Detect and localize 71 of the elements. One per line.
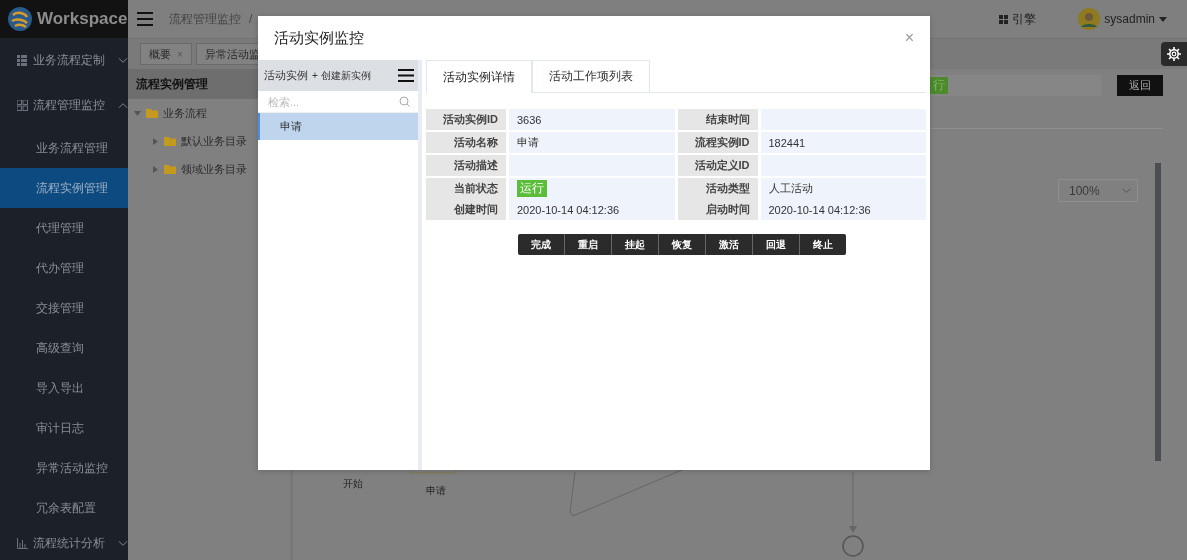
sidebar-item[interactable]: 导入导出: [0, 368, 128, 408]
sidebar-item[interactable]: 审计日志: [0, 408, 128, 448]
close-button[interactable]: ×: [904, 29, 914, 47]
action-button[interactable]: 完成: [518, 234, 565, 255]
tab[interactable]: 活动工作项列表: [532, 60, 650, 92]
back-button[interactable]: 返回: [1117, 75, 1163, 96]
field-label: 活动定义ID: [694, 158, 750, 173]
avatar-icon: [1078, 8, 1101, 30]
sidebar-item[interactable]: 冗余表配置: [0, 488, 128, 528]
action-button[interactable]: 回退: [753, 234, 800, 255]
field-value: 2020-10-14 04:12:36: [768, 203, 871, 216]
sidebar-item[interactable]: 业务流程管理: [0, 128, 128, 168]
sidebar-group[interactable]: 流程管理监控: [0, 83, 128, 128]
sidebar-group[interactable]: 流程统计分析: [0, 528, 128, 558]
field-label: 活动类型: [705, 181, 750, 196]
user-menu[interactable]: sysadmin: [1078, 8, 1167, 30]
menu-icon: [137, 12, 153, 26]
status-tag: 行: [930, 77, 948, 94]
field-label: 活动实例ID: [443, 112, 498, 127]
field-label: 流程实例ID: [694, 135, 750, 150]
node-label: 开始: [343, 477, 363, 491]
grid-icon: [999, 14, 1009, 24]
list-icon: [17, 55, 28, 66]
field-label: 创建时间: [454, 202, 498, 217]
field-value: 182441: [768, 136, 806, 149]
create-link[interactable]: + 创建新实例: [312, 68, 371, 83]
action-button[interactable]: 激活: [706, 234, 753, 255]
zoom-select[interactable]: 100%: [1058, 179, 1138, 202]
field-value: 人工活动: [768, 181, 813, 196]
sidebar-item[interactable]: 高级查询: [0, 328, 128, 368]
grid-icon: [17, 100, 28, 111]
search-icon: [399, 96, 410, 107]
folder-icon: [164, 136, 176, 146]
menu-icon: [398, 69, 414, 82]
field-label: 结束时间: [705, 112, 750, 127]
breadcrumb-separator: /: [249, 12, 253, 26]
logo-text: Workspace: [37, 9, 128, 29]
list-item[interactable]: 申请: [258, 113, 418, 140]
sidebar-item[interactable]: 代办管理: [0, 248, 128, 288]
page-tab[interactable]: 概要 ×: [140, 43, 192, 65]
field-label: 启动时间: [705, 202, 750, 217]
status-tag: 运行: [517, 180, 547, 197]
action-button[interactable]: 恢复: [659, 234, 706, 255]
sidebar-item[interactable]: 流程实例管理: [0, 168, 128, 208]
field-label: 活动描述: [454, 158, 498, 173]
field-value: 申请: [517, 135, 539, 150]
caret-icon: [1159, 16, 1167, 22]
tree-node[interactable]: 领域业务目录: [128, 155, 290, 183]
bar-chart-icon: [17, 537, 28, 549]
settings-icon: [1167, 47, 1181, 61]
dialog-title: 活动实例监控: [274, 28, 364, 48]
action-button[interactable]: 终止: [800, 234, 846, 255]
logo-icon: [7, 6, 33, 32]
sidebar-item[interactable]: 代理管理: [0, 208, 128, 248]
field-value: 3636: [517, 113, 542, 126]
tab[interactable]: 活动实例详情: [426, 60, 532, 93]
sidebar-group[interactable]: 业务流程定制: [0, 38, 128, 83]
folder-icon: [146, 108, 158, 118]
engine-link[interactable]: 引擎: [999, 10, 1037, 28]
node-label: 申请: [426, 484, 446, 498]
sidebar-item[interactable]: 异常活动监控: [0, 448, 128, 488]
field-value: 2020-10-14 04:12:36: [517, 203, 620, 216]
field-label: 活动名称: [454, 135, 498, 150]
action-button[interactable]: 重启: [565, 234, 612, 255]
chevron-icon: [1122, 188, 1131, 193]
scrollbar[interactable]: [1155, 163, 1161, 461]
sidebar-item[interactable]: 交接管理: [0, 288, 128, 328]
action-button[interactable]: 挂起: [612, 234, 659, 255]
settings-button[interactable]: [1161, 42, 1187, 66]
field-label: 当前状态: [454, 181, 498, 196]
folder-icon: [164, 164, 176, 174]
